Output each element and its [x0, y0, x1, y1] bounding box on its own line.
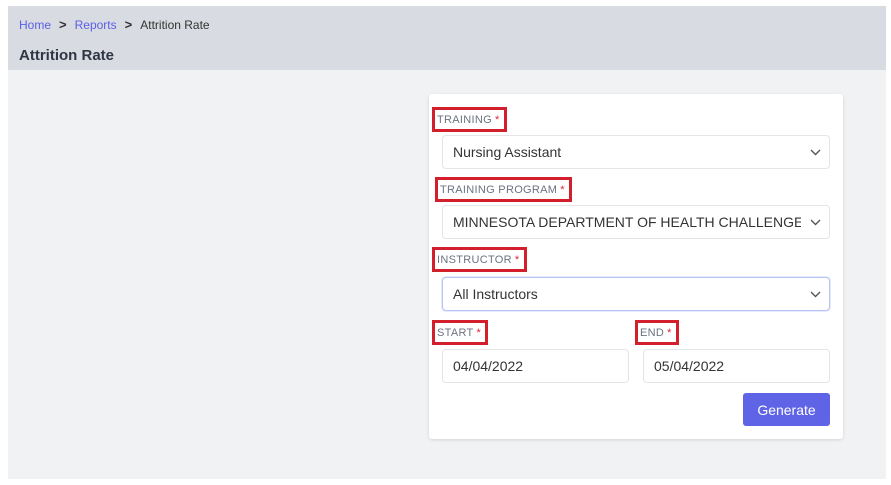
training-label: TRAINING * — [432, 107, 507, 132]
training-label-text: TRAINING — [437, 114, 492, 126]
breadcrumb-home-link[interactable]: Home — [19, 18, 51, 32]
end-date-input[interactable]: 05/04/2022 — [643, 349, 830, 383]
start-date-value: 04/04/2022 — [453, 358, 524, 374]
report-form-card: TRAINING * Nursing Assistant TRAINING PRO… — [429, 94, 843, 439]
generate-button[interactable]: Generate — [743, 393, 830, 426]
chevron-down-icon — [801, 206, 829, 238]
training-program-label: TRAINING PROGRAM * — [435, 177, 572, 202]
training-select[interactable]: Nursing Assistant — [442, 135, 830, 169]
instructor-label: INSTRUCTOR * — [432, 247, 527, 272]
breadcrumb-separator: > — [124, 17, 133, 32]
start-date-input[interactable]: 04/04/2022 — [442, 349, 629, 383]
end-date-value: 05/04/2022 — [654, 358, 725, 374]
end-label: END * — [635, 320, 679, 345]
chevron-down-icon — [801, 136, 829, 168]
end-label-text: END — [640, 327, 665, 339]
breadcrumb-current: Attrition Rate — [140, 17, 210, 32]
required-marker: * — [514, 254, 520, 266]
required-marker: * — [476, 327, 482, 339]
instructor-select-value: All Instructors — [453, 286, 538, 302]
breadcrumb: Home > Reports > Attrition Rate — [19, 17, 210, 32]
instructor-select[interactable]: All Instructors — [442, 277, 830, 311]
chevron-down-icon — [801, 278, 829, 310]
start-label: START * — [431, 320, 489, 345]
app-frame: Home > Reports > Attrition Rate Attritio… — [8, 6, 886, 479]
training-select-value: Nursing Assistant — [453, 144, 562, 160]
start-label-text: START — [437, 327, 474, 339]
required-marker: * — [560, 184, 565, 196]
required-marker: * — [494, 114, 500, 126]
breadcrumb-reports-link[interactable]: Reports — [75, 18, 117, 32]
required-marker: * — [667, 327, 672, 339]
breadcrumb-separator: > — [59, 17, 67, 32]
training-program-select[interactable]: MINNESOTA DEPARTMENT OF HEALTH CHALLENGE… — [442, 205, 830, 239]
page-title: Attrition Rate — [19, 47, 114, 64]
training-program-label-text: TRAINING PROGRAM — [440, 184, 558, 196]
instructor-label-text: INSTRUCTOR — [437, 254, 512, 266]
page-header: Home > Reports > Attrition Rate Attritio… — [8, 6, 886, 70]
training-program-select-value: MINNESOTA DEPARTMENT OF HEALTH CHALLENGE… — [453, 214, 801, 230]
